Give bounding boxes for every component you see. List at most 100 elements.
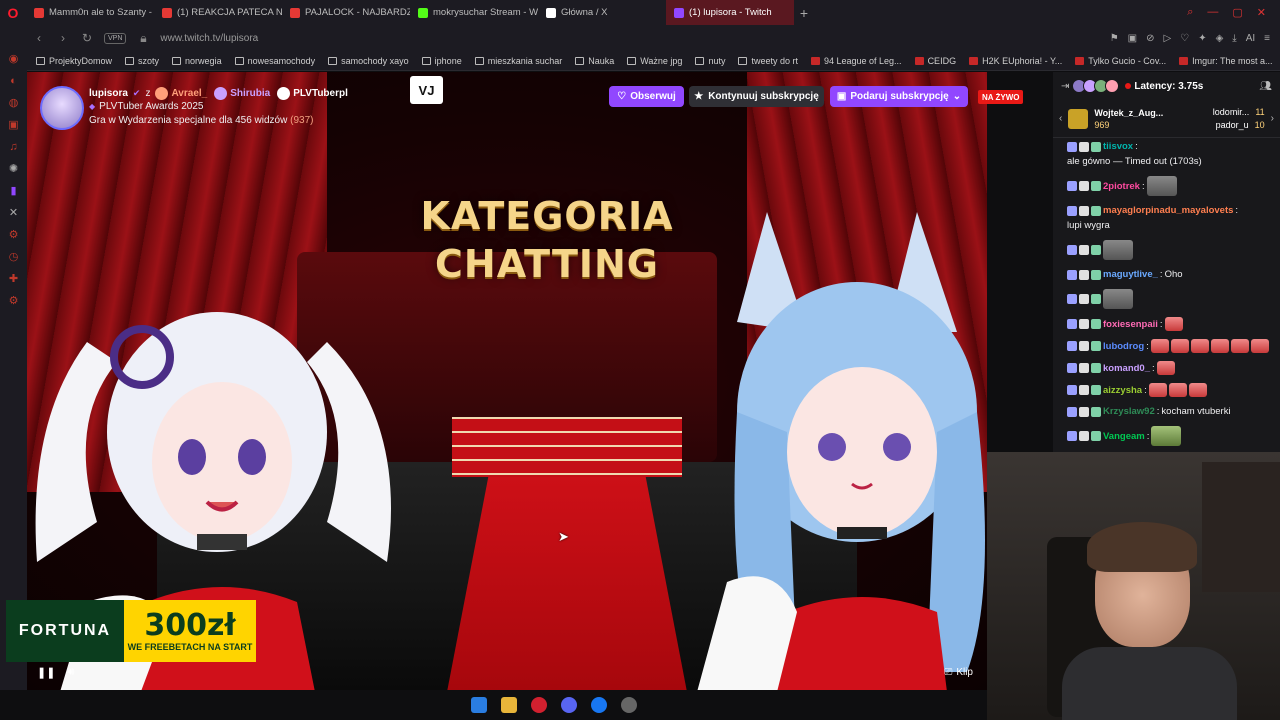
- chat-badge-icon[interactable]: [1091, 245, 1101, 255]
- chat-badge-icon[interactable]: [1091, 341, 1101, 351]
- continue-sub-button[interactable]: ★ Kontynuuj subskrypcję: [689, 86, 824, 107]
- bookmark-item[interactable]: tweety do rt: [738, 56, 798, 66]
- bookmark-item[interactable]: H2K EUphoria! - Y...: [969, 56, 1062, 66]
- chat-badge-icon[interactable]: [1091, 406, 1101, 417]
- chat-badge-icon[interactable]: [1067, 319, 1077, 329]
- chat-badge-icon[interactable]: [1079, 319, 1089, 329]
- chat-badge-icon[interactable]: [1091, 181, 1101, 191]
- chat-badge-icon[interactable]: [1067, 431, 1077, 441]
- bookmark-item[interactable]: ProjektyDomow: [36, 56, 112, 66]
- chat-badge-icon[interactable]: [1067, 269, 1077, 280]
- chat-username[interactable]: tiisvox: [1103, 140, 1133, 153]
- chat-badge-icon[interactable]: [1067, 294, 1077, 304]
- chat-badge-icon[interactable]: [1091, 319, 1101, 329]
- gift-top-user[interactable]: Wojtek_z_Aug...: [1094, 107, 1163, 119]
- chat-badge-icon[interactable]: [1079, 245, 1089, 255]
- bookmark-item[interactable]: norwegia: [172, 56, 222, 66]
- chat-badge-icon[interactable]: [1067, 363, 1077, 373]
- collab-streamer[interactable]: Avrael_: [155, 87, 207, 100]
- chat-badge-icon[interactable]: [1079, 406, 1089, 417]
- maximize-icon[interactable]: ▢: [1232, 6, 1242, 19]
- chat-badge-icon[interactable]: [1079, 141, 1089, 152]
- url-field[interactable]: www.twitch.tv/lupisora: [160, 33, 258, 44]
- bookmark-item[interactable]: Imgur: The most a...: [1179, 56, 1273, 66]
- bookmark-item[interactable]: iphone: [421, 56, 462, 66]
- chat-badge-icon[interactable]: [1079, 363, 1089, 373]
- bookmark-item[interactable]: Tylko Gucio - Cov...: [1075, 56, 1166, 66]
- opera-menu-icon[interactable]: O: [0, 0, 26, 25]
- bookmark-item[interactable]: szoty: [125, 56, 159, 66]
- extensions-sidebar-icon[interactable]: ✚: [9, 273, 18, 286]
- bookmark-item[interactable]: Nauka: [575, 56, 614, 66]
- pause-icon[interactable]: ❚❚: [37, 666, 55, 679]
- bookmark-item[interactable]: mieszkania suchar: [474, 56, 562, 66]
- chat-emote-icon[interactable]: [1103, 289, 1133, 309]
- gift-side-user[interactable]: lodomir...: [1213, 107, 1250, 117]
- chat-emote-icon[interactable]: [1190, 339, 1209, 353]
- chat-username[interactable]: 2piotrek: [1103, 180, 1140, 193]
- chat-badge-icon[interactable]: [1091, 294, 1101, 304]
- wallet-icon[interactable]: ◈: [1216, 33, 1224, 44]
- bookmark-icon[interactable]: ⚑: [1110, 33, 1119, 44]
- chat-emote-icon[interactable]: [1188, 383, 1207, 397]
- new-tab-button[interactable]: +: [794, 5, 814, 21]
- chevron-right-icon[interactable]: ›: [1271, 113, 1274, 124]
- chat-emote-icon[interactable]: [1156, 361, 1175, 375]
- chat-badge-icon[interactable]: [1067, 141, 1077, 152]
- collab-streamer[interactable]: Shirubia: [214, 87, 270, 100]
- chevron-left-icon[interactable]: ‹: [1059, 113, 1062, 124]
- instagram-icon[interactable]: ▣: [8, 119, 18, 132]
- streamer-name[interactable]: lupisora: [89, 88, 128, 99]
- users-icon[interactable]: 👥︎: [1259, 81, 1272, 92]
- forward-icon[interactable]: ›: [56, 31, 70, 45]
- file-explorer-icon[interactable]: [500, 697, 517, 713]
- chat-badge-icon[interactable]: [1091, 385, 1101, 395]
- music-icon[interactable]: ♫: [9, 141, 17, 154]
- twitch-icon[interactable]: ▮: [10, 185, 16, 198]
- gift-sub-button[interactable]: ▣ Podaruj subskrypcję ⌄: [830, 86, 968, 107]
- streamer-avatar[interactable]: [40, 86, 84, 130]
- chat-username[interactable]: komand0_: [1103, 362, 1150, 375]
- menu-icon[interactable]: ≡: [1264, 33, 1270, 44]
- follow-button[interactable]: ♡ Obserwuj: [609, 86, 684, 107]
- chat-username[interactable]: mayaglorpinadu_mayalovets: [1103, 204, 1233, 217]
- ai-icon[interactable]: AI: [1246, 33, 1255, 44]
- chatgpt-icon[interactable]: ✺: [9, 163, 18, 176]
- chat-badge-icon[interactable]: [1091, 205, 1101, 216]
- chat-badge-icon[interactable]: [1067, 245, 1077, 255]
- browser-tab[interactable]: PAJALOCK - NAJBARDZI: [282, 0, 410, 25]
- whatsapp-icon[interactable]: ◍: [9, 97, 19, 110]
- chat-badge-icon[interactable]: [1067, 385, 1077, 395]
- chat-emote-icon[interactable]: [1103, 240, 1133, 260]
- chat-emote-icon[interactable]: [1250, 339, 1269, 353]
- bookmark-item[interactable]: samochody xayo: [328, 56, 409, 66]
- windows-start-icon[interactable]: [470, 697, 487, 713]
- vpn-badge[interactable]: VPN: [104, 32, 127, 44]
- volume-icon[interactable]: 🔊︎: [67, 666, 74, 679]
- chat-emote-icon[interactable]: [1210, 339, 1229, 353]
- gift-side-user[interactable]: pador_u: [1216, 120, 1249, 130]
- chat-badge-icon[interactable]: [1067, 181, 1077, 191]
- minimize-icon[interactable]: —: [1207, 6, 1218, 19]
- chat-badge-icon[interactable]: [1079, 294, 1089, 304]
- collab-streamer[interactable]: PLVTuberpl: [277, 87, 348, 100]
- bookmark-item[interactable]: 94 League of Leg...: [810, 56, 902, 66]
- chat-username[interactable]: lubodrog: [1103, 340, 1144, 353]
- browser-tab[interactable]: Główna / X: [538, 0, 666, 25]
- settings-icon[interactable]: ⚙: [9, 229, 19, 242]
- bookmark-item[interactable]: CEIDG: [914, 56, 956, 66]
- x-icon[interactable]: ✕: [9, 207, 18, 220]
- video-player[interactable]: KATEGORIA CHATTING ❚❚ 🔊︎ ⎚ Klip: [27, 72, 987, 690]
- chat-emote-icon[interactable]: [1170, 339, 1189, 353]
- bookmark-item[interactable]: Ważne jpg: [627, 56, 682, 66]
- discord-icon[interactable]: [560, 697, 577, 713]
- chat-badge-icon[interactable]: [1091, 431, 1101, 441]
- chat-username[interactable]: Krzyslaw92: [1103, 405, 1155, 418]
- close-icon[interactable]: ✕: [1257, 6, 1266, 19]
- history-icon[interactable]: ◷: [9, 251, 19, 264]
- chat-emote-icon[interactable]: [1164, 317, 1183, 331]
- chat-badge-icon[interactable]: [1079, 341, 1089, 351]
- chat-badge-icon[interactable]: [1067, 341, 1077, 351]
- extensions-icon[interactable]: ✦: [1198, 33, 1206, 44]
- bookmark-item[interactable]: nuty: [695, 56, 725, 66]
